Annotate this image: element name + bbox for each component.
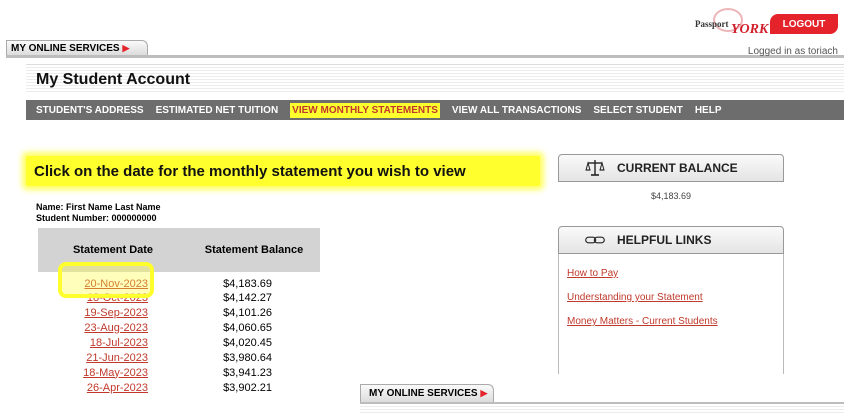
statement-date-link[interactable]: 19-Sep-2023: [84, 307, 148, 319]
statement-date-link[interactable]: 18-May-2023: [83, 367, 148, 379]
table-row: 21-Jun-2023 $3,980.64: [38, 350, 320, 365]
helpful-links-panel: HELPFUL LINKS How to Pay Understanding y…: [558, 226, 784, 374]
current-balance-title: CURRENT BALANCE: [617, 161, 738, 175]
statement-balance: $4,101.26: [223, 306, 272, 319]
statement-balance: $3,941.23: [223, 366, 272, 379]
logged-in-status: Logged in as toriach: [747, 46, 838, 57]
page-title: My Student Account: [36, 71, 191, 88]
statement-date-link[interactable]: 21-Jun-2023: [86, 352, 148, 364]
logo-text-passport: Passport: [695, 19, 729, 29]
account-nav: STUDENT'S ADDRESS ESTIMATED NET TUITION …: [26, 100, 844, 120]
nav-students-address[interactable]: STUDENT'S ADDRESS: [36, 105, 144, 116]
helpful-links-header: HELPFUL LINKS: [558, 226, 784, 254]
statement-balance: $4,060.65: [223, 321, 272, 334]
services-tab-label: MY ONLINE SERVICES: [369, 388, 478, 399]
secondary-header-bar: [360, 402, 844, 414]
helpful-links-list: How to Pay Understanding your Statement …: [558, 254, 784, 374]
table-row: 18-May-2023 $3,941.23: [38, 365, 320, 380]
my-online-services-tab-secondary[interactable]: MY ONLINE SERVICES ▶: [360, 384, 494, 402]
logo-text-york: YORK: [731, 22, 769, 37]
column-header-statement-balance: Statement Balance: [188, 228, 320, 272]
table-row: 18-Jul-2023 $4,020.45: [38, 335, 320, 350]
current-balance-panel: CURRENT BALANCE $4,183.69: [558, 154, 784, 201]
current-balance-value: $4,183.69: [650, 191, 692, 201]
statement-date-link[interactable]: 18-Jul-2023: [90, 337, 148, 349]
my-online-services-tab[interactable]: MY ONLINE SERVICES ▶: [6, 40, 148, 55]
header-divider: [6, 55, 844, 58]
current-balance-header: CURRENT BALANCE: [558, 154, 784, 182]
statement-balance: $3,980.64: [223, 351, 272, 364]
table-row: 26-Apr-2023 $3,902.21: [38, 380, 320, 395]
services-tab-label: MY ONLINE SERVICES: [11, 43, 120, 54]
triangle-right-icon: ▶: [122, 43, 130, 53]
triangle-right-icon: ▶: [480, 388, 488, 398]
nav-estimated-net-tuition[interactable]: ESTIMATED NET TUITION: [156, 105, 279, 116]
student-info: Name: First Name Last Name Student Numbe…: [36, 202, 161, 224]
scales-icon: [585, 158, 605, 178]
table-row: 23-Aug-2023 $4,060.65: [38, 320, 320, 335]
statement-balance: $4,183.69: [223, 278, 272, 290]
student-number-label: Student Number:: [36, 213, 109, 223]
statement-balance: $4,142.27: [223, 291, 272, 304]
nav-view-monthly-statements[interactable]: VIEW MONTHLY STATEMENTS: [290, 102, 440, 118]
instruction-text: Click on the date for the monthly statem…: [34, 163, 466, 180]
link-money-matters[interactable]: Money Matters - Current Students: [567, 316, 783, 327]
statement-date-link[interactable]: 26-Apr-2023: [87, 382, 148, 394]
student-name-value: First Name Last Name: [66, 202, 161, 212]
logout-button[interactable]: LOGOUT: [770, 14, 838, 34]
nav-view-all-transactions[interactable]: VIEW ALL TRANSACTIONS: [452, 105, 581, 116]
page-title-bar: My Student Account: [26, 64, 844, 94]
instruction-banner: Click on the date for the monthly statem…: [26, 156, 540, 186]
link-understanding-statement[interactable]: Understanding your Statement: [567, 292, 783, 303]
chain-link-icon: [585, 230, 605, 250]
date-highlight-marker: [58, 262, 154, 298]
helpful-links-title: HELPFUL LINKS: [617, 233, 712, 247]
student-name-label: Name:: [36, 202, 64, 212]
passport-york-logo: Passport YORK: [695, 8, 769, 38]
statement-balance: $4,020.45: [223, 336, 272, 349]
nav-select-student[interactable]: SELECT STUDENT: [593, 105, 682, 116]
statements-table: Statement Date Statement Balance 20-Nov-…: [38, 228, 320, 395]
statement-balance: $3,902.21: [223, 381, 272, 394]
nav-help[interactable]: HELP: [695, 105, 722, 116]
table-row: 19-Sep-2023 $4,101.26: [38, 305, 320, 320]
statement-date-link[interactable]: 23-Aug-2023: [84, 322, 148, 334]
student-number-value: 000000000: [111, 213, 157, 223]
link-how-to-pay[interactable]: How to Pay: [567, 268, 783, 279]
